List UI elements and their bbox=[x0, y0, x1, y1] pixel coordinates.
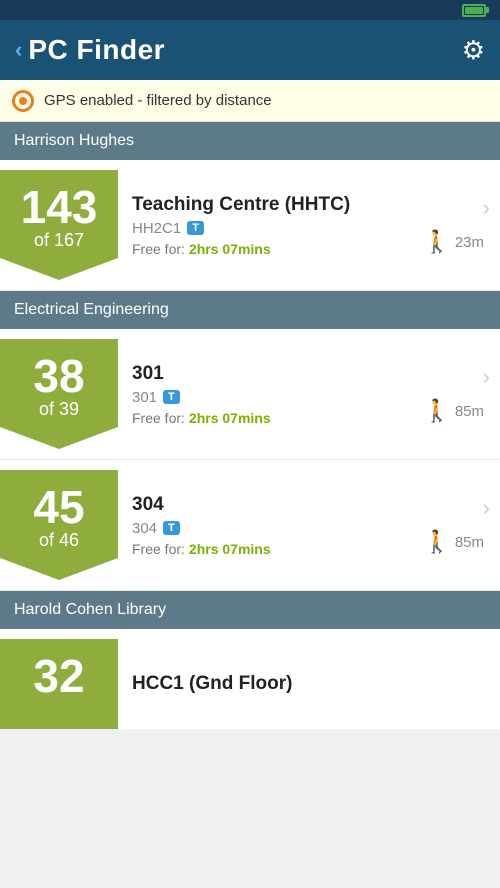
card-right-304: › 🚶 85m bbox=[423, 495, 490, 555]
count-badge-301: 38 of 39 bbox=[0, 339, 118, 449]
count-sub-304: of 46 bbox=[39, 530, 79, 551]
card-name-301: 301 bbox=[132, 363, 423, 385]
count-badge-304: 45 of 46 bbox=[0, 470, 118, 580]
card-name-304: 304 bbox=[132, 494, 423, 516]
count-sub-hhtc: of 167 bbox=[34, 230, 84, 251]
free-time-301: 2hrs 07mins bbox=[189, 410, 271, 426]
free-row-hhtc: Free for: 2hrs 07mins bbox=[132, 241, 423, 257]
free-time-hhtc: 2hrs 07mins bbox=[189, 241, 271, 257]
free-row-304: Free for: 2hrs 07mins bbox=[132, 541, 423, 557]
tag-t-304: T bbox=[163, 521, 180, 535]
free-label-301: Free for: bbox=[132, 410, 185, 426]
card-info-304: 304 304 T Free for: 2hrs 07mins bbox=[132, 494, 423, 557]
chevron-right-icon-301: › bbox=[483, 364, 490, 390]
card-code-301: 301 bbox=[132, 389, 157, 406]
count-badge-hhtc: 143 of 167 bbox=[0, 170, 118, 280]
count-main-304: 45 bbox=[33, 484, 84, 530]
back-button[interactable]: ‹ bbox=[15, 37, 22, 63]
count-main-hcc1: 32 bbox=[33, 653, 84, 699]
card-code-hhtc: HH2C1 bbox=[132, 220, 181, 237]
section-header-electrical-engineering: Electrical Engineering bbox=[0, 291, 500, 329]
card-name-hhtc: Teaching Centre (HHTC) bbox=[132, 194, 423, 216]
distance-text-301: 85m bbox=[455, 403, 484, 420]
count-main-301: 38 bbox=[33, 353, 84, 399]
location-card-hcc1[interactable]: 32 HCC1 (Gnd Floor) bbox=[0, 629, 500, 729]
settings-gear-icon[interactable]: ⚙ bbox=[462, 35, 485, 66]
card-right-301: › 🚶 85m bbox=[423, 364, 490, 424]
free-time-304: 2hrs 07mins bbox=[189, 541, 271, 557]
battery-indicator bbox=[462, 4, 490, 17]
count-badge-hcc1: 32 bbox=[0, 639, 118, 729]
walk-icon-hhtc: 🚶 bbox=[423, 229, 450, 255]
card-info-hhtc: Teaching Centre (HHTC) HH2C1 T Free for:… bbox=[132, 194, 423, 257]
section-title-electrical-engineering: Electrical Engineering bbox=[14, 301, 169, 319]
card-code-row-301: 301 T bbox=[132, 389, 423, 406]
header-left: ‹ PC Finder bbox=[15, 34, 165, 66]
card-code-row-hhtc: HH2C1 T bbox=[132, 220, 423, 237]
distance-text-304: 85m bbox=[455, 534, 484, 551]
card-info-301: 301 301 T Free for: 2hrs 07mins bbox=[132, 363, 423, 426]
count-sub-301: of 39 bbox=[39, 399, 79, 420]
card-code-row-304: 304 T bbox=[132, 520, 423, 537]
card-right-hhtc: › 🚶 23m bbox=[423, 195, 490, 255]
app-header: ‹ PC Finder ⚙ bbox=[0, 20, 500, 80]
card-name-hcc1: HCC1 (Gnd Floor) bbox=[132, 673, 292, 694]
location-card-hhtc[interactable]: 143 of 167 Teaching Centre (HHTC) HH2C1 … bbox=[0, 160, 500, 291]
gps-icon bbox=[12, 90, 34, 112]
free-row-301: Free for: 2hrs 07mins bbox=[132, 410, 423, 426]
walk-icon-301: 🚶 bbox=[423, 398, 450, 424]
status-bar bbox=[0, 0, 500, 20]
card-distance-301: 🚶 85m bbox=[423, 398, 484, 424]
gps-status-bar: GPS enabled - filtered by distance bbox=[0, 80, 500, 122]
card-code-304: 304 bbox=[132, 520, 157, 537]
section-header-harold-cohen: Harold Cohen Library bbox=[0, 591, 500, 629]
chevron-right-icon-hhtc: › bbox=[483, 195, 490, 221]
distance-text-hhtc: 23m bbox=[455, 234, 484, 251]
card-info-hcc1: HCC1 (Gnd Floor) bbox=[132, 673, 490, 695]
section-header-harrison-hughes: Harrison Hughes bbox=[0, 122, 500, 160]
section-title-harrison-hughes: Harrison Hughes bbox=[14, 132, 134, 150]
app-title: PC Finder bbox=[28, 34, 165, 66]
tag-t-hhtc: T bbox=[187, 221, 204, 235]
section-title-harold-cohen: Harold Cohen Library bbox=[14, 601, 166, 619]
location-card-304[interactable]: 45 of 46 304 304 T Free for: 2hrs 07mins… bbox=[0, 460, 500, 591]
free-label-hhtc: Free for: bbox=[132, 241, 185, 257]
gps-text: GPS enabled - filtered by distance bbox=[44, 92, 272, 109]
free-label-304: Free for: bbox=[132, 541, 185, 557]
location-card-301[interactable]: 38 of 39 301 301 T Free for: 2hrs 07mins… bbox=[0, 329, 500, 460]
count-main-hhtc: 143 bbox=[21, 184, 98, 230]
card-distance-hhtc: 🚶 23m bbox=[423, 229, 484, 255]
tag-t-301: T bbox=[163, 390, 180, 404]
walk-icon-304: 🚶 bbox=[423, 529, 450, 555]
card-distance-304: 🚶 85m bbox=[423, 529, 484, 555]
chevron-right-icon-304: › bbox=[483, 495, 490, 521]
